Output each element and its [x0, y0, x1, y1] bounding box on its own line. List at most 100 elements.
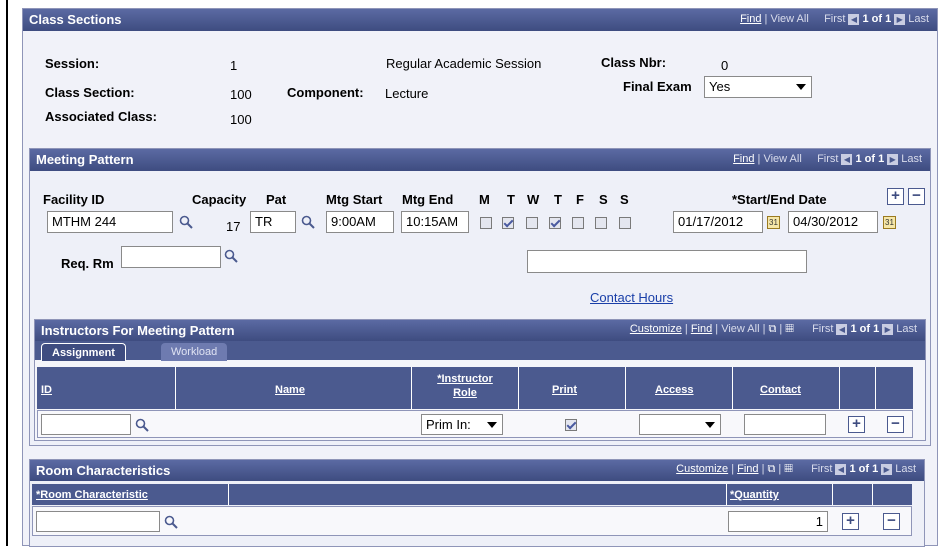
col-sep [518, 367, 519, 409]
view-all-link[interactable]: View All [770, 13, 808, 25]
room-characteristic-input[interactable] [36, 511, 160, 532]
room-characteristics-panel: Room Characteristics Customize | Find | … [29, 459, 925, 547]
col-id[interactable]: ID [41, 384, 52, 396]
col-instructor-role[interactable]: *Instructor Role [423, 372, 507, 400]
day-label-s: S [599, 192, 608, 207]
col-quantity[interactable]: *Quantity [730, 489, 779, 501]
room-characteristics-title: Room Characteristics [36, 463, 171, 478]
view-all-link[interactable]: View All [721, 323, 759, 335]
mtg-end-input[interactable]: 10:15AM [401, 211, 469, 233]
find-link[interactable]: Find [737, 463, 758, 475]
day-checkbox-t[interactable] [502, 217, 514, 229]
row-count: 1 of 1 [862, 13, 892, 25]
zoom-icon[interactable]: ⧉ [768, 463, 776, 475]
meeting-pattern-header: Meeting Pattern Find | View All First ◀ 1 … [30, 149, 930, 171]
req-rm-input[interactable] [121, 246, 221, 268]
customize-link[interactable]: Customize [676, 463, 728, 475]
grid-icon[interactable]: ▦ [784, 463, 792, 475]
instructors-title: Instructors For Meeting Pattern [41, 323, 235, 338]
col-sep [411, 367, 412, 409]
pat-input[interactable]: TR [250, 211, 296, 233]
tab-workload[interactable]: Workload [161, 343, 228, 361]
facility-lookup-magnifier-icon[interactable] [179, 215, 193, 229]
grid-icon[interactable]: ▦ [785, 323, 793, 335]
instructor-id-input[interactable] [41, 414, 131, 435]
find-link[interactable]: Find [733, 153, 754, 165]
print-checkbox[interactable] [565, 419, 577, 431]
last-label: Last [896, 323, 917, 335]
prev-arrow-icon[interactable]: ◀ [836, 323, 848, 335]
start-date-calendar-icon[interactable]: 31 [767, 216, 780, 229]
final-exam-select[interactable]: Yes [704, 76, 812, 98]
find-link[interactable]: Find [740, 13, 761, 25]
find-link[interactable]: Find [691, 323, 712, 335]
col-sep [732, 367, 733, 409]
prev-arrow-icon[interactable]: ◀ [835, 463, 847, 475]
delete-instructor-minus-icon[interactable]: − [887, 416, 904, 433]
left-border-line [6, 0, 8, 546]
instructor-role-select[interactable]: Prim In: [421, 414, 503, 435]
chevron-down-icon [705, 422, 715, 428]
delete-room-minus-icon[interactable]: − [883, 513, 900, 530]
meeting-pattern-panel: Meeting Pattern Find | View All First ◀ 1 … [29, 148, 931, 446]
access-select[interactable] [639, 414, 721, 435]
prev-arrow-icon[interactable]: ◀ [848, 13, 860, 25]
day-label-t: T [507, 192, 515, 207]
class-section-value: 100 [230, 87, 252, 102]
day-checkbox-s[interactable] [595, 217, 607, 229]
room-lookup-magnifier-icon[interactable] [164, 515, 178, 529]
prev-arrow-icon[interactable]: ◀ [841, 153, 853, 165]
associated-class-value: 100 [230, 112, 252, 127]
start-date-input[interactable]: 01/17/2012 [673, 211, 763, 233]
add-instructor-plus-icon[interactable]: + [848, 416, 865, 433]
mtg-start-input[interactable]: 9:00AM [326, 211, 394, 233]
customize-link[interactable]: Customize [630, 323, 682, 335]
req-rm-lookup-magnifier-icon[interactable] [224, 249, 238, 263]
day-checkbox-t2[interactable] [549, 217, 561, 229]
day-label-w: W [527, 192, 540, 207]
contact-hours-link[interactable]: Contact Hours [590, 290, 673, 305]
instructors-header: Instructors For Meeting Pattern Customiz… [35, 320, 925, 341]
room-grid-header [32, 484, 912, 505]
zoom-icon[interactable]: ⧉ [769, 323, 777, 335]
next-arrow-icon[interactable]: ▶ [887, 153, 899, 165]
tab-assignment[interactable]: Assignment [41, 343, 126, 361]
col-access[interactable]: Access [655, 384, 694, 396]
col-contact[interactable]: Contact [760, 384, 801, 396]
col-sep [875, 367, 876, 409]
col-role-line2: Role [453, 387, 477, 399]
row-count: 1 of 1 [849, 463, 879, 475]
add-meeting-plus-icon[interactable]: + [887, 188, 904, 205]
first-label: First [811, 463, 833, 475]
day-checkbox-m[interactable] [480, 217, 492, 229]
instructor-role-value: Prim In: [426, 417, 471, 432]
day-label-t2: T [554, 192, 562, 207]
delete-meeting-minus-icon[interactable]: − [908, 188, 925, 205]
next-arrow-icon[interactable]: ▶ [882, 323, 894, 335]
next-arrow-icon[interactable]: ▶ [894, 13, 906, 25]
component-label: Component: [287, 85, 364, 100]
day-checkbox-w[interactable] [526, 217, 538, 229]
next-arrow-icon[interactable]: ▶ [881, 463, 893, 475]
session-desc: Regular Academic Session [386, 56, 542, 71]
col-role-line1: *Instructor [437, 373, 493, 385]
day-checkbox-f[interactable] [572, 217, 584, 229]
pat-lookup-magnifier-icon[interactable] [301, 215, 315, 229]
facility-id-input[interactable]: MTHM 244 [47, 211, 173, 233]
add-room-plus-icon[interactable]: + [842, 513, 859, 530]
end-date-input[interactable]: 04/30/2012 [788, 211, 878, 233]
instructor-lookup-magnifier-icon[interactable] [135, 418, 149, 432]
col-name[interactable]: Name [275, 384, 305, 396]
meeting-notes-input[interactable] [527, 250, 807, 273]
day-checkbox-s2[interactable] [619, 217, 631, 229]
quantity-input[interactable]: 1 [728, 511, 828, 532]
end-date-calendar-icon[interactable]: 31 [883, 216, 896, 229]
session-value: 1 [230, 58, 238, 73]
col-print[interactable]: Print [552, 384, 577, 396]
class-sections-title: Class Sections [29, 12, 122, 27]
contact-input[interactable] [744, 414, 826, 435]
col-sep [832, 484, 833, 505]
view-all-link[interactable]: View All [763, 153, 801, 165]
col-room-characteristic[interactable]: *Room Characteristic [36, 489, 148, 501]
col-sep [726, 484, 727, 505]
